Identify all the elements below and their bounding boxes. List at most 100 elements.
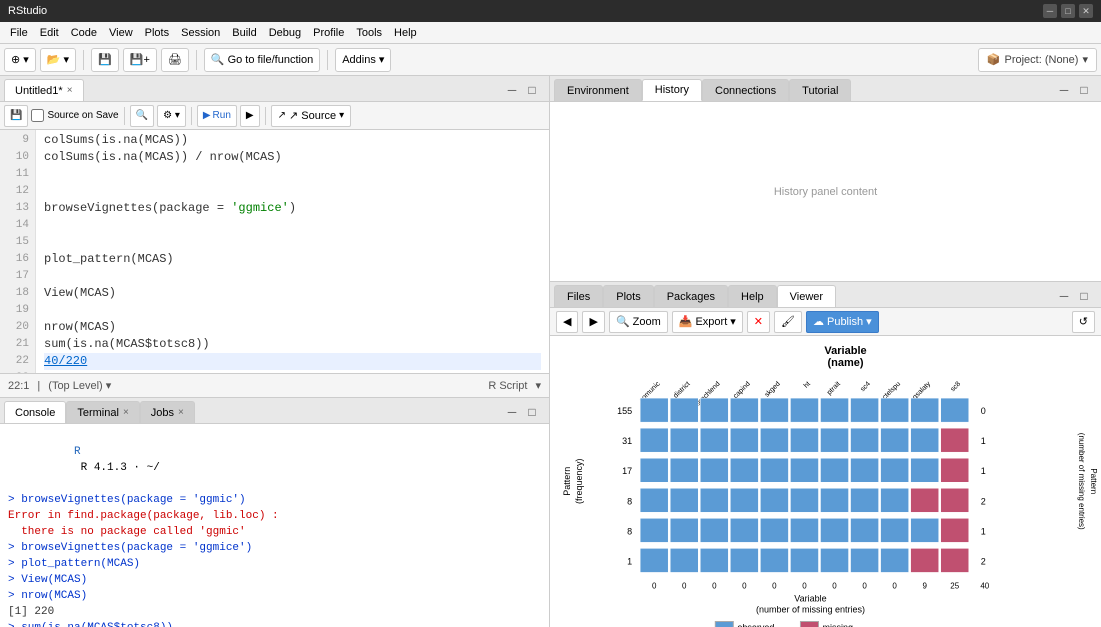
- editor-maximize-icon[interactable]: □: [523, 81, 541, 99]
- brush-button[interactable]: 🖌: [774, 311, 802, 333]
- cell-0-0: [640, 399, 668, 423]
- menu-edit[interactable]: Edit: [34, 25, 65, 41]
- cell-1-3: [730, 429, 758, 453]
- viewer-back-button[interactable]: ◀: [556, 311, 578, 333]
- menu-plots[interactable]: Plots: [139, 25, 175, 41]
- col-header-1: district: [672, 381, 691, 400]
- menu-file[interactable]: File: [4, 25, 34, 41]
- clear-icon: ✕: [754, 315, 763, 328]
- save-button[interactable]: 💾: [91, 48, 119, 72]
- menu-code[interactable]: Code: [65, 25, 103, 41]
- col-header-6: ptrait: [826, 381, 842, 397]
- x-val-10: 25: [950, 582, 959, 591]
- source-on-save-label[interactable]: Source on Save: [31, 109, 118, 122]
- tab-viewer[interactable]: Viewer: [777, 285, 836, 307]
- source-button[interactable]: ↗ ↗ Source ▾: [271, 105, 352, 127]
- export-icon: 📥: [679, 315, 693, 328]
- code-line-11: [44, 166, 541, 183]
- addins-button[interactable]: Addins ▾: [335, 48, 391, 72]
- menu-profile[interactable]: Profile: [307, 25, 350, 41]
- viewer-panel-icons: ─ □: [1051, 287, 1097, 307]
- cell-0-10: [941, 399, 969, 423]
- env-maximize-icon[interactable]: □: [1075, 81, 1093, 99]
- titlebar: RStudio ─ □ ✕: [0, 0, 1101, 22]
- publish-button[interactable]: ☁ Publish ▾: [806, 311, 879, 333]
- project-label: Project: (None): [1004, 54, 1078, 66]
- console-tab-jobs[interactable]: Jobs ×: [140, 401, 195, 423]
- close-button[interactable]: ✕: [1079, 4, 1093, 18]
- editor-toolbar: 💾 Source on Save 🔍 ⚙ ▾ ▶ Run ▶ ↗ ↗ Sourc…: [0, 102, 549, 130]
- source-arrow-icon: ↗: [278, 110, 286, 121]
- editor-toolbar-sep2: [191, 107, 192, 125]
- viewer-maximize-icon[interactable]: □: [1075, 287, 1093, 305]
- project-selector[interactable]: 📦 Project: (None) ▾: [978, 48, 1097, 72]
- run-button[interactable]: ▶ Run: [197, 105, 237, 127]
- refresh-icon: ↺: [1079, 315, 1088, 328]
- editor-minimize-icon[interactable]: ─: [503, 81, 521, 99]
- viewer-forward-button[interactable]: ▶: [582, 311, 604, 333]
- editor-tab-untitled1[interactable]: Untitled1* ×: [4, 79, 84, 101]
- run-next-button[interactable]: ▶: [240, 105, 260, 127]
- search-code-button[interactable]: 🔍: [130, 105, 154, 127]
- maximize-button[interactable]: □: [1061, 4, 1075, 18]
- environment-content: History panel content: [550, 102, 1101, 281]
- cell-1-7: [851, 429, 879, 453]
- editor-panel: Untitled1* × ─ □ 💾 Source on Save 🔍 ⚙ ▾: [0, 76, 549, 397]
- cell-0-6: [820, 399, 848, 423]
- code-editor[interactable]: 9 10 11 12 13 14 15 16 17 18 19 20 21 22: [0, 130, 549, 373]
- menu-debug[interactable]: Debug: [263, 25, 307, 41]
- tab-files[interactable]: Files: [554, 285, 603, 307]
- open-file-button[interactable]: 📂 ▾: [40, 48, 76, 72]
- env-minimize-icon[interactable]: ─: [1055, 81, 1073, 99]
- console-minimize-icon[interactable]: ─: [503, 403, 521, 421]
- goto-file-button[interactable]: 🔍 Go to file/function: [204, 48, 320, 72]
- legend-missing-label: missing: [822, 623, 853, 627]
- minimize-button[interactable]: ─: [1043, 4, 1057, 18]
- zoom-icon: 🔍: [616, 315, 630, 328]
- right-axis-sublabel: (number of missing entries): [1077, 433, 1086, 530]
- jobs-tab-close[interactable]: ×: [178, 407, 184, 418]
- export-button[interactable]: 📥 Export ▾: [672, 311, 743, 333]
- editor-save-button[interactable]: 💾: [4, 105, 28, 127]
- tab-connections[interactable]: Connections: [702, 79, 789, 101]
- menu-help[interactable]: Help: [388, 25, 423, 41]
- save-all-button[interactable]: 💾+: [123, 48, 157, 72]
- x-val-9: 9: [922, 582, 927, 591]
- menu-tools[interactable]: Tools: [350, 25, 388, 41]
- new-file-button[interactable]: ⊕ ▾: [4, 48, 36, 72]
- scope-label: (Top Level) ▾: [48, 379, 111, 392]
- publish-label: Publish: [827, 316, 863, 328]
- chart-title: Variable: [824, 346, 866, 358]
- source-on-save-checkbox[interactable]: [31, 109, 44, 122]
- r-version-text: R 4.1.3 · ~/: [74, 462, 160, 474]
- tab-environment[interactable]: Environment: [554, 79, 642, 101]
- menu-session[interactable]: Session: [175, 25, 226, 41]
- zoom-button[interactable]: 🔍 Zoom: [609, 311, 668, 333]
- editor-tab-close[interactable]: ×: [67, 85, 73, 96]
- tab-packages[interactable]: Packages: [654, 285, 728, 307]
- console-tab-console[interactable]: Console: [4, 401, 66, 423]
- viewer-minimize-icon[interactable]: ─: [1055, 287, 1073, 305]
- clear-viewer-button[interactable]: ✕: [747, 311, 770, 333]
- editor-tab-label: Untitled1*: [15, 85, 63, 97]
- code-tools-button[interactable]: ⚙ ▾: [157, 105, 186, 127]
- console-content[interactable]: R R 4.1.3 · ~/ > browseVignettes(package…: [0, 424, 549, 627]
- main-toolbar: ⊕ ▾ 📂 ▾ 💾 💾+ 🖨 🔍 Go to file/function Add…: [0, 44, 1101, 76]
- console-maximize-icon[interactable]: □: [523, 403, 541, 421]
- tab-plots[interactable]: Plots: [603, 285, 653, 307]
- print-button[interactable]: 🖨: [161, 48, 189, 72]
- source-dropdown-icon: ▾: [339, 110, 344, 121]
- console-tab-terminal[interactable]: Terminal ×: [66, 401, 139, 423]
- terminal-tab-close[interactable]: ×: [123, 407, 129, 418]
- code-line-14: [44, 217, 541, 234]
- code-line-21: sum(is.na(MCAS$totsc8)): [44, 336, 541, 353]
- menu-view[interactable]: View: [103, 25, 139, 41]
- refresh-button[interactable]: ↺: [1072, 311, 1095, 333]
- menu-build[interactable]: Build: [226, 25, 262, 41]
- tab-history[interactable]: History: [642, 79, 702, 101]
- code-content: colSums(is.na(MCAS)) colSums(is.na(MCAS)…: [36, 130, 549, 373]
- tab-help[interactable]: Help: [728, 285, 777, 307]
- env-panel-icons: ─ □: [1051, 81, 1097, 101]
- tab-tutorial[interactable]: Tutorial: [789, 79, 851, 101]
- window-controls[interactable]: ─ □ ✕: [1043, 4, 1093, 18]
